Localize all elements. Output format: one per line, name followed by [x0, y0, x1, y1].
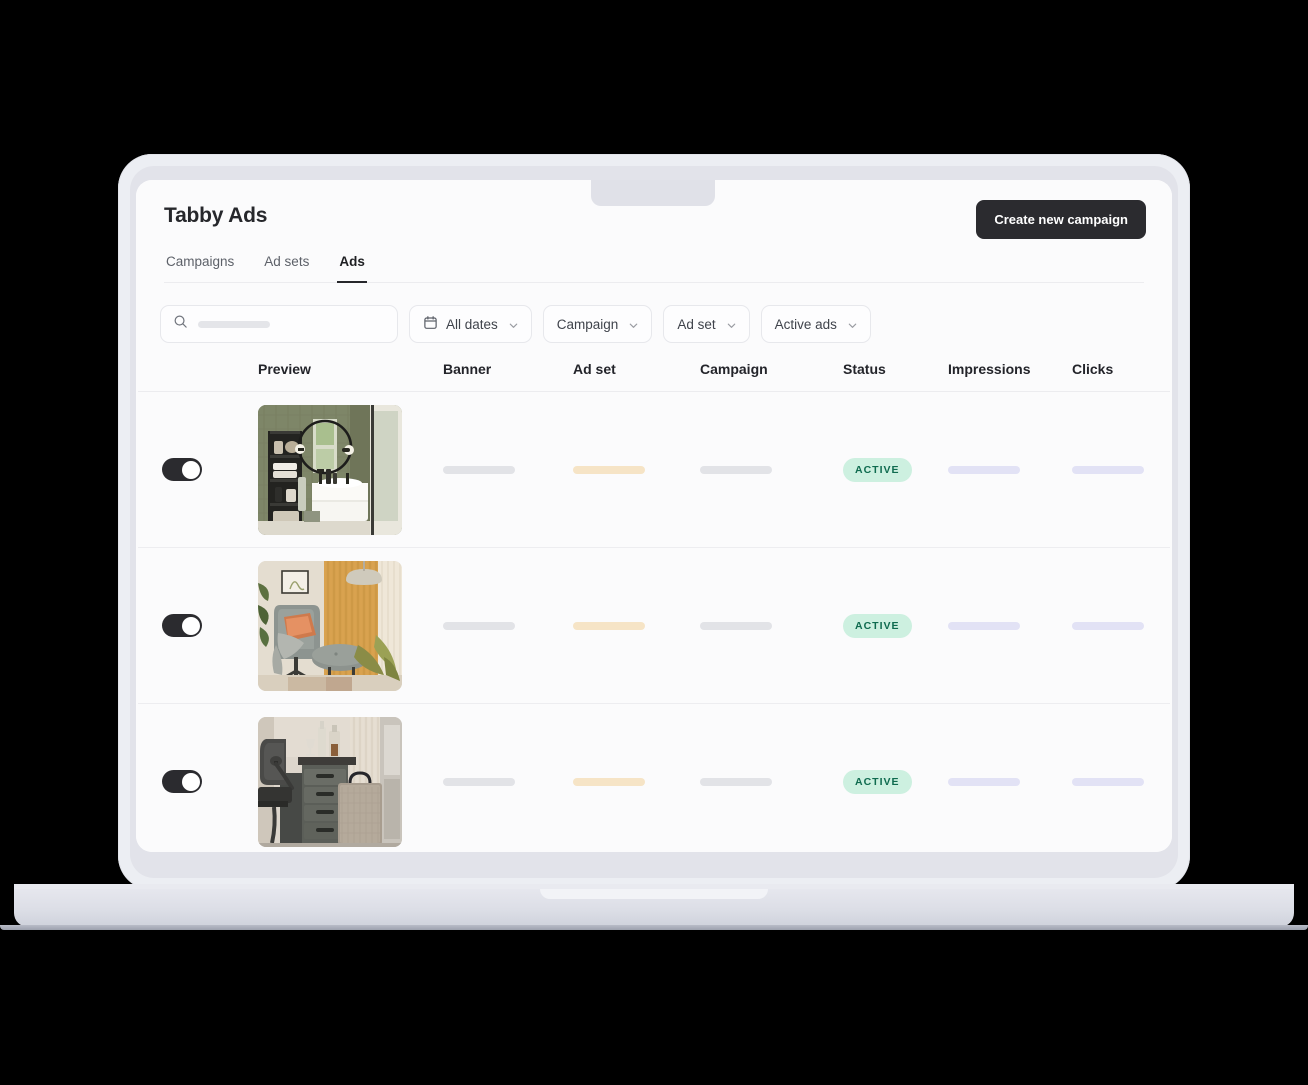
- row-impressions-cell: [948, 465, 1072, 474]
- row-adset-cell: [573, 465, 700, 474]
- ad-enabled-toggle[interactable]: [162, 614, 202, 637]
- date-filter-dropdown[interactable]: All dates: [409, 305, 532, 343]
- row-campaign-cell: [700, 465, 843, 474]
- column-header-status: Status: [843, 361, 886, 377]
- row-toggle-cell: [162, 458, 258, 481]
- tab-ad-sets[interactable]: Ad sets: [262, 250, 311, 283]
- search-icon: [173, 314, 188, 334]
- tab-bar: Campaigns Ad sets Ads: [164, 250, 1144, 283]
- impressions-skeleton: [948, 621, 1020, 630]
- row-preview-cell: [258, 404, 443, 535]
- row-toggle-cell: [162, 614, 258, 637]
- table-row[interactable]: ACTIVE: [138, 392, 1170, 548]
- filter-bar: All dates Campaign Ad set Active ads: [136, 283, 1172, 361]
- banner-skeleton: [443, 465, 515, 474]
- ad-preview-thumbnail[interactable]: [258, 404, 402, 535]
- search-input[interactable]: [160, 305, 398, 343]
- ad-preview-thumbnail[interactable]: [258, 560, 402, 691]
- table-header-row: Preview Banner Ad set Campaign Status Im…: [138, 361, 1170, 392]
- laptop-base-notch: [540, 889, 768, 899]
- banner-skeleton: [443, 777, 515, 786]
- banner-skeleton: [443, 621, 515, 630]
- row-impressions-cell: [948, 777, 1072, 786]
- row-clicks-cell: [1072, 621, 1172, 630]
- screenshot-stage: Tabby Ads Create new campaign Campaigns …: [0, 0, 1308, 1085]
- toggle-knob: [181, 616, 200, 635]
- tab-campaigns[interactable]: Campaigns: [164, 250, 236, 283]
- row-preview-cell: [258, 716, 443, 847]
- chevron-down-icon: [847, 319, 857, 329]
- column-header-clicks: Clicks: [1072, 361, 1114, 377]
- row-banner-cell: [443, 621, 573, 630]
- clicks-skeleton: [1072, 621, 1144, 630]
- ad-enabled-toggle[interactable]: [162, 458, 202, 481]
- column-header-adset: Ad set: [573, 361, 616, 377]
- calendar-icon: [423, 315, 438, 333]
- impressions-skeleton: [948, 777, 1020, 786]
- laptop-camera-notch: [591, 180, 715, 206]
- row-status-cell: ACTIVE: [843, 769, 948, 794]
- row-adset-cell: [573, 621, 700, 630]
- status-badge: ACTIVE: [843, 769, 912, 794]
- ads-table: Preview Banner Ad set Campaign Status Im…: [136, 361, 1172, 852]
- row-status-cell: ACTIVE: [843, 457, 948, 482]
- row-toggle-cell: [162, 770, 258, 793]
- clicks-skeleton: [1072, 465, 1144, 474]
- date-filter-label: All dates: [446, 316, 498, 332]
- chevron-down-icon: [508, 319, 518, 329]
- campaign-skeleton: [700, 621, 772, 630]
- clicks-skeleton: [1072, 777, 1144, 786]
- status-filter-dropdown[interactable]: Active ads: [760, 305, 871, 343]
- toggle-knob: [181, 772, 200, 791]
- row-banner-cell: [443, 465, 573, 474]
- table-row[interactable]: ACTIVE: [138, 548, 1170, 704]
- adset-skeleton: [573, 621, 645, 630]
- status-filter-label: Active ads: [774, 316, 837, 332]
- row-status-cell: ACTIVE: [843, 613, 948, 638]
- campaign-skeleton: [700, 465, 772, 474]
- column-header-preview: Preview: [258, 361, 311, 377]
- campaign-filter-label: Campaign: [556, 316, 619, 332]
- column-header-banner: Banner: [443, 361, 492, 377]
- chevron-down-icon: [726, 319, 736, 329]
- row-adset-cell: [573, 777, 700, 786]
- status-badge: ACTIVE: [843, 613, 912, 638]
- tabby-ads-app: Tabby Ads Create new campaign Campaigns …: [136, 180, 1172, 852]
- column-header-impressions: Impressions: [948, 361, 1031, 377]
- adset-filter-label: Ad set: [677, 316, 716, 332]
- laptop-foot: [0, 925, 1308, 930]
- ad-enabled-toggle[interactable]: [162, 770, 202, 793]
- row-clicks-cell: [1072, 465, 1172, 474]
- impressions-skeleton: [948, 465, 1020, 474]
- row-campaign-cell: [700, 777, 843, 786]
- search-placeholder-skeleton: [198, 320, 270, 328]
- campaign-skeleton: [700, 777, 772, 786]
- toggle-knob: [181, 460, 200, 479]
- column-header-campaign: Campaign: [700, 361, 768, 377]
- ad-preview-thumbnail[interactable]: [258, 716, 402, 847]
- adset-skeleton: [573, 777, 645, 786]
- row-preview-cell: [258, 560, 443, 691]
- status-badge: ACTIVE: [843, 457, 912, 482]
- create-new-campaign-button[interactable]: Create new campaign: [976, 200, 1146, 239]
- table-row[interactable]: ACTIVE: [138, 704, 1170, 852]
- adset-skeleton: [573, 465, 645, 474]
- laptop-screen: Tabby Ads Create new campaign Campaigns …: [136, 180, 1172, 852]
- adset-filter-dropdown[interactable]: Ad set: [663, 305, 750, 343]
- row-banner-cell: [443, 777, 573, 786]
- campaign-filter-dropdown[interactable]: Campaign: [542, 305, 653, 343]
- chevron-down-icon: [628, 319, 638, 329]
- tab-ads[interactable]: Ads: [337, 250, 367, 283]
- row-impressions-cell: [948, 621, 1072, 630]
- row-clicks-cell: [1072, 777, 1172, 786]
- row-campaign-cell: [700, 621, 843, 630]
